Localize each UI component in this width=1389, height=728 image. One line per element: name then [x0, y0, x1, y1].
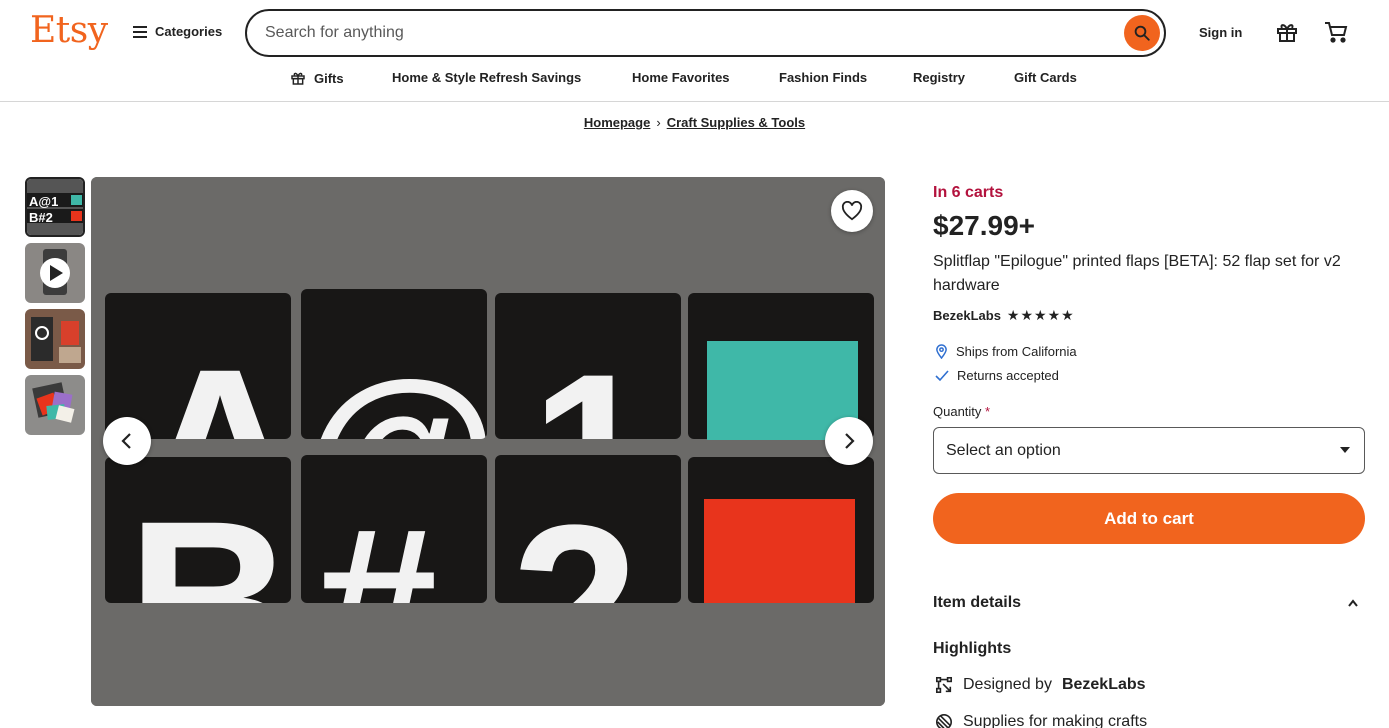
- nav-item-gift-cards[interactable]: Gift Cards: [1014, 70, 1077, 85]
- gift-button[interactable]: [1275, 20, 1299, 49]
- required-mark: *: [985, 404, 991, 419]
- item-details-toggle[interactable]: Item details: [933, 594, 1363, 612]
- chevron-up-icon: [1348, 599, 1358, 607]
- breadcrumb-homepage[interactable]: Homepage: [584, 115, 650, 130]
- thumbnail-image: [25, 243, 85, 303]
- breadcrumb-craft-supplies[interactable]: Craft Supplies & Tools: [667, 115, 805, 130]
- designed-by-shop-link[interactable]: BezekLabs: [1062, 676, 1146, 694]
- categories-label: Categories: [155, 24, 223, 39]
- nav-item-registry[interactable]: Registry: [913, 70, 965, 85]
- search-icon: [1134, 25, 1150, 41]
- nav-item-gifts[interactable]: Gifts: [290, 70, 344, 86]
- supplies-highlight: Supplies for making crafts: [935, 713, 1147, 728]
- nav-item-fashion-finds[interactable]: Fashion Finds: [779, 70, 867, 85]
- nav-item-label: Gifts: [314, 70, 344, 86]
- designed-icon: [935, 676, 953, 694]
- next-image-button[interactable]: [825, 417, 873, 465]
- gift-icon: [291, 72, 305, 85]
- quantity-select-value: Select an option: [946, 441, 1061, 459]
- chevron-right-icon: [845, 433, 855, 449]
- site-header: Etsy Categories Sign in: [0, 0, 1389, 102]
- in-carts-alert: In 6 carts: [933, 184, 1004, 201]
- hamburger-icon: [133, 25, 147, 38]
- star-rating-icon[interactable]: ★★★★★: [1007, 307, 1075, 324]
- caret-down-icon: [1340, 447, 1350, 453]
- cart-button[interactable]: [1323, 20, 1349, 49]
- supplies-text: Supplies for making crafts: [963, 713, 1148, 728]
- top-nav: Gifts Home & Style Refresh Savings Home …: [0, 70, 1389, 90]
- returns-accepted: Returns accepted: [935, 368, 1059, 383]
- main-product-image: A @ 1 B # 2: [91, 177, 885, 706]
- ships-from-text: Ships from California: [956, 344, 1077, 359]
- nav-item-home-style[interactable]: Home & Style Refresh Savings: [392, 70, 581, 85]
- search-bar: [245, 9, 1166, 57]
- shop-name-link[interactable]: BezekLabs: [933, 308, 1001, 323]
- svg-text:A@1: A@1: [29, 194, 58, 209]
- highlights-title: Highlights: [933, 640, 1012, 657]
- ships-from: Ships from California: [935, 344, 1077, 359]
- designed-by-prefix: Designed by: [963, 676, 1052, 693]
- breadcrumb-separator: ›: [656, 115, 661, 130]
- heart-icon: [841, 201, 863, 221]
- thumbnail-image: [25, 309, 85, 369]
- location-pin-icon: [936, 344, 947, 359]
- quantity-select[interactable]: Select an option: [933, 427, 1365, 474]
- etsy-logo[interactable]: Etsy: [30, 10, 108, 51]
- quantity-label: Quantity *: [933, 404, 990, 419]
- previous-image-button[interactable]: [103, 417, 151, 465]
- categories-button[interactable]: Categories: [133, 24, 222, 39]
- chevron-left-icon: [121, 433, 131, 449]
- nav-item-home-favorites[interactable]: Home Favorites: [632, 70, 730, 85]
- yarn-ball-icon: [935, 713, 953, 728]
- gift-icon: [1277, 24, 1297, 42]
- item-details-label: Item details: [933, 594, 1022, 611]
- breadcrumb: Homepage › Craft Supplies & Tools: [0, 115, 1389, 130]
- designed-by: Designed by BezekLabs: [935, 676, 1146, 694]
- thumbnail-4[interactable]: [25, 375, 85, 435]
- returns-text: Returns accepted: [957, 368, 1059, 383]
- thumbnail-image: A@1 B#2: [27, 179, 83, 235]
- add-to-cart-button[interactable]: Add to cart: [933, 493, 1365, 544]
- thumbnail-2-video[interactable]: [25, 243, 85, 303]
- thumbnail-1[interactable]: A@1 B#2: [25, 177, 85, 237]
- favorite-button[interactable]: [831, 190, 873, 232]
- shop-rating: BezekLabs ★★★★★: [933, 307, 1075, 324]
- search-input[interactable]: [265, 24, 1105, 42]
- signin-link[interactable]: Sign in: [1199, 25, 1242, 40]
- svg-text:B#2: B#2: [29, 210, 53, 225]
- cart-icon: [1325, 22, 1348, 43]
- quantity-label-text: Quantity: [933, 404, 982, 419]
- checkmark-icon: [935, 369, 949, 381]
- thumbnail-3[interactable]: [25, 309, 85, 369]
- price: $27.99+: [933, 210, 1035, 241]
- search-button[interactable]: [1124, 15, 1160, 51]
- thumbnail-image: [25, 375, 85, 435]
- listing-title: Splitflap "Epilogue" printed flaps [BETA…: [933, 253, 1341, 294]
